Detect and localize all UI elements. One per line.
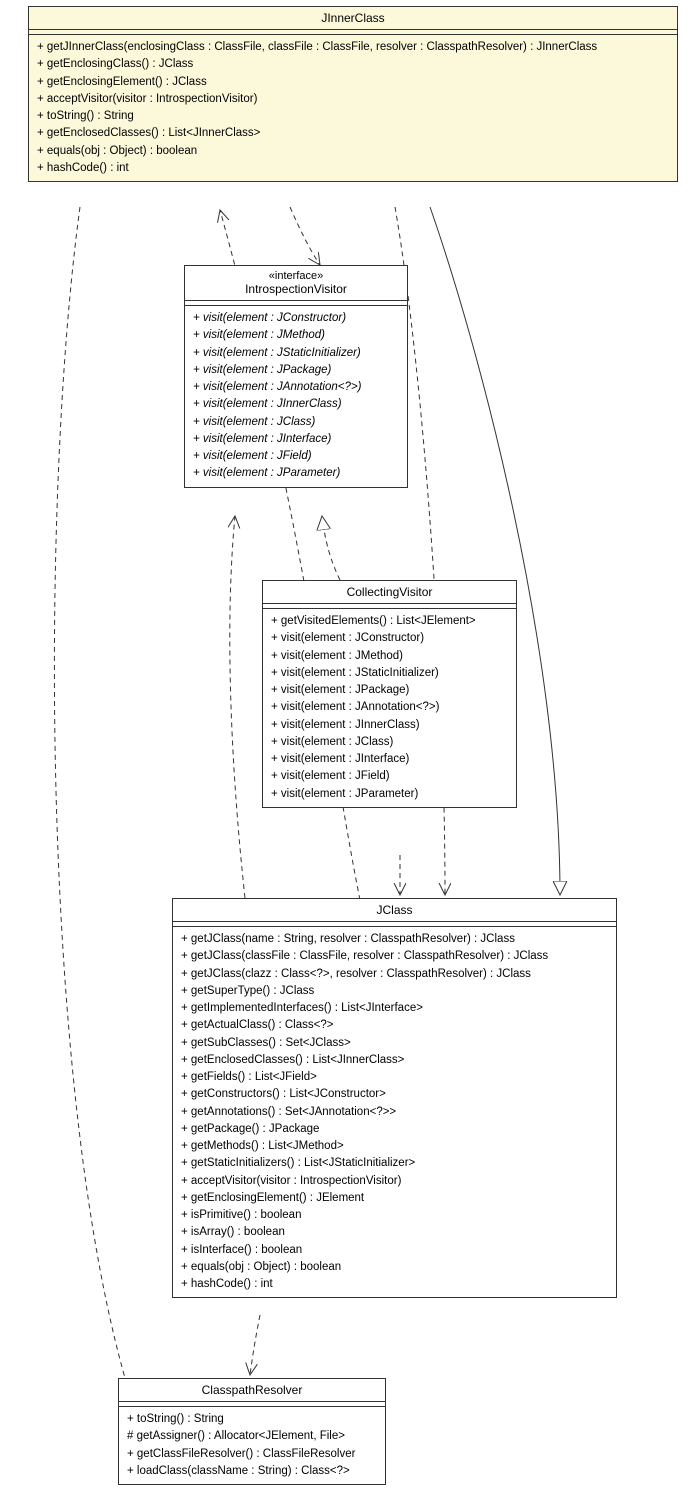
class-collectingvisitor: CollectingVisitor + getVisitedElements()…	[262, 580, 517, 808]
operation: + getSubClasses() : Set<JClass>	[181, 1035, 608, 1052]
operation: + getJClass(clazz : Class<?>, resolver :…	[181, 966, 608, 983]
operation: + visit(element : JStaticInitializer)	[193, 345, 399, 362]
operation: + visit(element : JClass)	[193, 414, 399, 431]
class-title: «interface» IntrospectionVisitor	[185, 266, 407, 301]
class-ops: + getVisitedElements() : List<JElement>+…	[263, 609, 516, 807]
operation: + loadClass(className : String) : Class<…	[127, 1463, 377, 1480]
operation: + getImplementedInterfaces() : List<JInt…	[181, 1000, 608, 1017]
operation: + visit(element : JMethod)	[193, 327, 399, 344]
operation: + visit(element : JParameter)	[193, 465, 399, 482]
class-title: JClass	[173, 899, 616, 922]
operation: + isInterface() : boolean	[181, 1242, 608, 1259]
operation: + visit(element : JInnerClass)	[193, 396, 399, 413]
operation: + visit(element : JInterface)	[193, 431, 399, 448]
class-jinnerclass: JInnerClass + getJInnerClass(enclosingCl…	[28, 6, 678, 182]
operation: + visit(element : JField)	[193, 448, 399, 465]
class-ops: + visit(element : JConstructor)+ visit(e…	[185, 306, 407, 487]
operation: + visit(element : JAnnotation<?>)	[271, 699, 508, 716]
operation: + visit(element : JPackage)	[193, 362, 399, 379]
operation: + visit(element : JInnerClass)	[271, 717, 508, 734]
operation: + getEnclosedClasses() : List<JInnerClas…	[37, 125, 669, 142]
operation: + getEnclosedClasses() : List<JInnerClas…	[181, 1052, 608, 1069]
operation: + getEnclosingElement() : JElement	[181, 1190, 608, 1207]
operation: + visit(element : JParameter)	[271, 786, 508, 803]
operation: + hashCode() : int	[37, 160, 669, 177]
operation: + visit(element : JMethod)	[271, 648, 508, 665]
operation: + visit(element : JClass)	[271, 734, 508, 751]
operation: + visit(element : JInterface)	[271, 751, 508, 768]
stereotype: «interface»	[191, 270, 401, 282]
operation: + getEnclosingElement() : JClass	[37, 74, 669, 91]
operation: + getMethods() : List<JMethod>	[181, 1138, 608, 1155]
operation: + getPackage() : JPackage	[181, 1121, 608, 1138]
operation: + equals(obj : Object) : boolean	[37, 143, 669, 160]
operation: + getActualClass() : Class<?>	[181, 1017, 608, 1034]
operation: # getAssigner() : Allocator<JElement, Fi…	[127, 1428, 377, 1445]
operation: + getJClass(classFile : ClassFile, resol…	[181, 948, 608, 965]
class-ops: + toString() : String# getAssigner() : A…	[119, 1407, 385, 1484]
class-introspectionvisitor: «interface» IntrospectionVisitor + visit…	[184, 265, 408, 488]
operation: + getFields() : List<JField>	[181, 1069, 608, 1086]
operation: + getSuperType() : JClass	[181, 983, 608, 1000]
operation: + equals(obj : Object) : boolean	[181, 1259, 608, 1276]
operation: + getConstructors() : List<JConstructor>	[181, 1086, 608, 1103]
operation: + getClassFileResolver() : ClassFileReso…	[127, 1446, 377, 1463]
operation: + acceptVisitor(visitor : IntrospectionV…	[181, 1173, 608, 1190]
operation: + isArray() : boolean	[181, 1224, 608, 1241]
operation: + acceptVisitor(visitor : IntrospectionV…	[37, 91, 669, 108]
operation: + getStaticInitializers() : List<JStatic…	[181, 1155, 608, 1172]
operation: + visit(element : JAnnotation<?>)	[193, 379, 399, 396]
operation: + visit(element : JField)	[271, 768, 508, 785]
operation: + isPrimitive() : boolean	[181, 1207, 608, 1224]
operation: + toString() : String	[37, 108, 669, 125]
operation: + visit(element : JConstructor)	[271, 630, 508, 647]
class-ops: + getJInnerClass(enclosingClass : ClassF…	[29, 35, 677, 181]
class-name: IntrospectionVisitor	[191, 282, 401, 296]
operation: + getJClass(name : String, resolver : Cl…	[181, 931, 608, 948]
class-ops: + getJClass(name : String, resolver : Cl…	[173, 927, 616, 1297]
class-title: CollectingVisitor	[263, 581, 516, 604]
operation: + visit(element : JConstructor)	[193, 310, 399, 327]
operation: + getJInnerClass(enclosingClass : ClassF…	[37, 39, 669, 56]
operation: + getEnclosingClass() : JClass	[37, 56, 669, 73]
class-title: ClasspathResolver	[119, 1379, 385, 1402]
class-classpathresolver: ClasspathResolver + toString() : String#…	[118, 1378, 386, 1485]
operation: + getVisitedElements() : List<JElement>	[271, 613, 508, 630]
class-jclass: JClass + getJClass(name : String, resolv…	[172, 898, 617, 1298]
operation: + visit(element : JStaticInitializer)	[271, 665, 508, 682]
operation: + getAnnotations() : Set<JAnnotation<?>>	[181, 1104, 608, 1121]
operation: + visit(element : JPackage)	[271, 682, 508, 699]
operation: + toString() : String	[127, 1411, 377, 1428]
operation: + hashCode() : int	[181, 1276, 608, 1293]
class-title: JInnerClass	[29, 7, 677, 30]
